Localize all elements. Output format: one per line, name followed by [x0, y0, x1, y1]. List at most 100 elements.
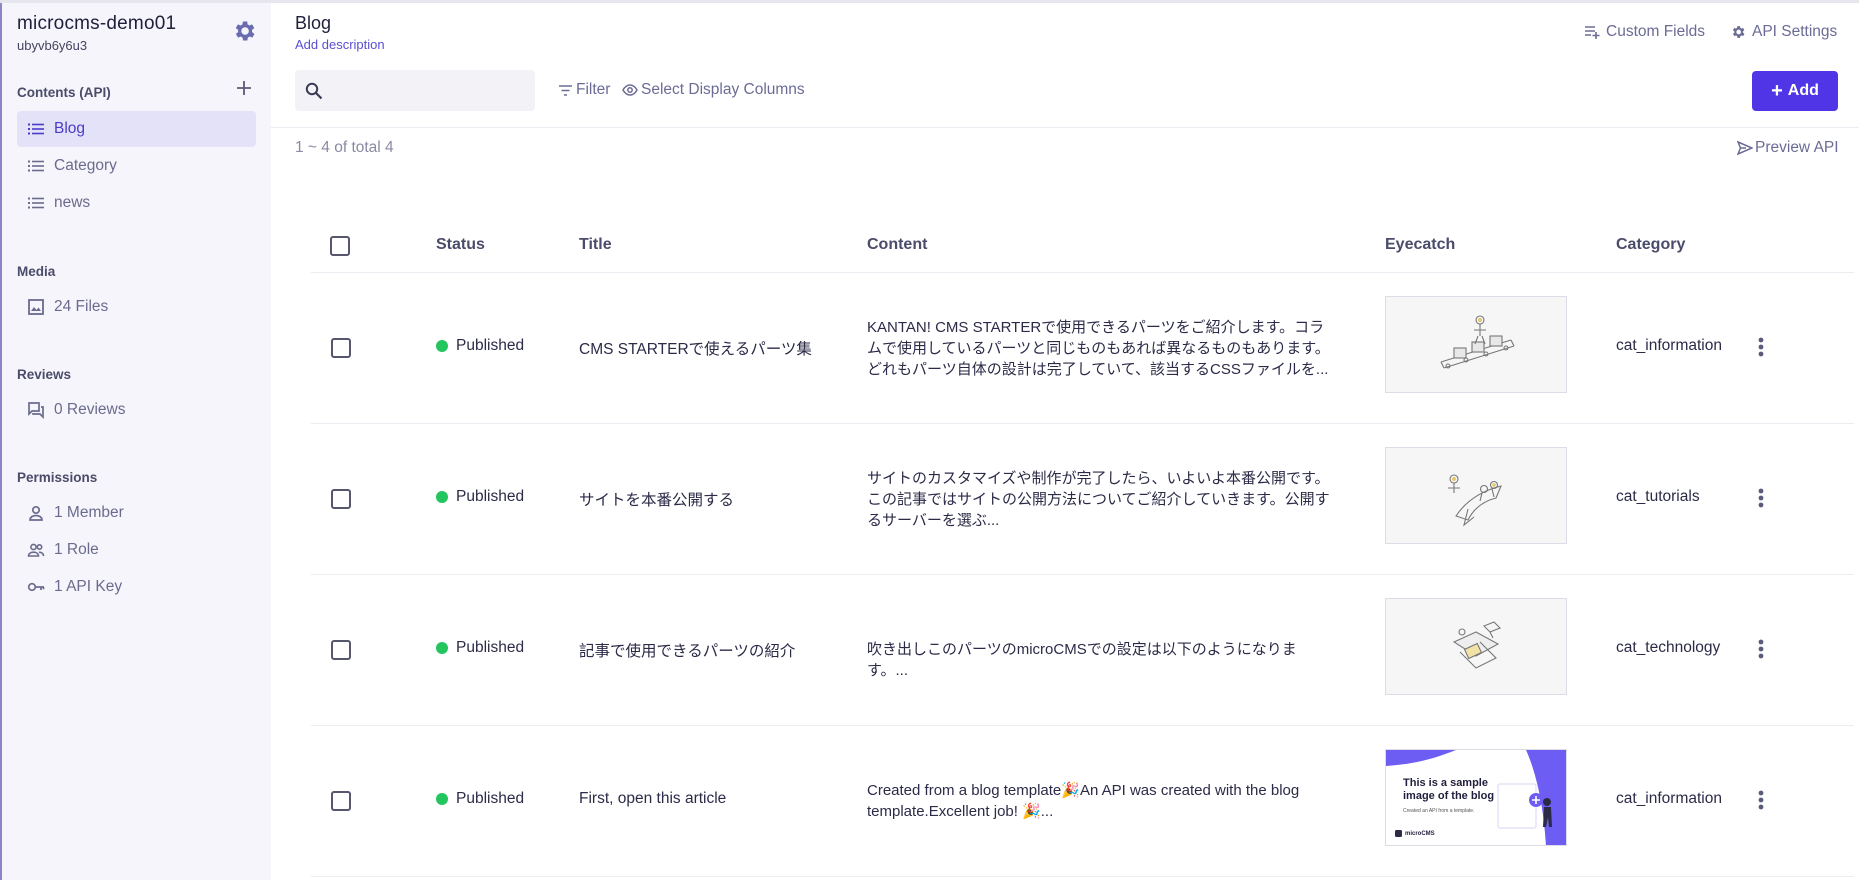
list-icon	[28, 197, 44, 209]
eyecatch-thumbnail	[1385, 598, 1567, 695]
project-id: ubyvb6y6u3	[17, 38, 88, 53]
status-text: Published	[456, 639, 525, 656]
select-display-columns-label: Select Display Columns	[641, 81, 805, 98]
plus-icon: +	[1771, 79, 1783, 102]
eyecatch-thumbnail	[1385, 296, 1567, 393]
section-contents: Contents (API)	[17, 85, 111, 100]
eye-icon	[622, 84, 638, 96]
sample-image-heading: This is a sample image of the blog	[1403, 777, 1495, 802]
status-badge: Published	[436, 488, 524, 506]
search-icon	[305, 82, 323, 99]
row-content: Created from a blog template🎉An API was …	[867, 782, 1300, 820]
add-button[interactable]: + Add	[1752, 71, 1838, 111]
row-title: サイトを本番公開する	[579, 492, 735, 509]
select-display-columns-button[interactable]: Select Display Columns	[622, 81, 805, 99]
reviews-count-label: 0 Reviews	[54, 401, 126, 418]
table-row[interactable]: Published サイトを本番公開する サイトのカスタマイズや制作が完了したら…	[311, 424, 1854, 575]
add-description-link[interactable]: Add description	[295, 37, 385, 52]
preview-api-link[interactable]: Preview API	[1737, 139, 1839, 157]
sidebar-item-label: Blog	[54, 120, 86, 137]
table-header: Status Title Content Eyecatch Category	[311, 228, 1854, 273]
preview-api-label: Preview API	[1755, 139, 1839, 156]
column-header-content[interactable]: Content	[867, 236, 927, 254]
filter-button[interactable]: Filter	[558, 81, 610, 99]
select-all-checkbox[interactable]	[330, 236, 350, 256]
playlist-add-icon	[1585, 26, 1600, 39]
sidebar-item-category[interactable]: Category	[17, 148, 256, 184]
column-header-category[interactable]: Category	[1616, 236, 1685, 254]
api-settings-link[interactable]: API Settings	[1730, 23, 1837, 41]
table-row[interactable]: Published First, open this article Creat…	[311, 726, 1854, 877]
divider	[271, 127, 1859, 128]
search-input[interactable]	[331, 82, 521, 99]
page-title: Blog	[295, 13, 332, 33]
published-dot	[436, 793, 448, 805]
row-title: CMS STARTERで使えるパーツ集	[579, 341, 812, 358]
column-header-eyecatch[interactable]: Eyecatch	[1385, 236, 1455, 254]
project-name: microcms-demo01	[17, 13, 177, 34]
result-count: 1 ~ 4 of total 4	[295, 139, 394, 156]
more-options-icon[interactable]	[1749, 785, 1773, 815]
row-checkbox[interactable]	[331, 489, 351, 509]
section-media: Media	[17, 264, 56, 279]
row-content: KANTAN! CMS STARTERで使用できるパーツをご紹介します。コラムで…	[867, 319, 1330, 378]
row-title: 記事で使用できるパーツの紹介	[579, 643, 796, 660]
api-key-label: 1 API Key	[54, 578, 123, 595]
conveyor-illustration	[1440, 314, 1515, 369]
column-header-title[interactable]: Title	[579, 236, 612, 254]
custom-fields-label: Custom Fields	[1606, 23, 1706, 40]
row-content: サイトのカスタマイズや制作が完了したら、いよいよ本番公開です。この記事ではサイト…	[867, 470, 1330, 529]
devices-illustration	[1452, 620, 1501, 669]
sidebar-item-label: Category	[54, 157, 117, 174]
status-badge: Published	[436, 639, 524, 657]
status-text: Published	[456, 337, 525, 354]
project-info: microcms-demo01 ubyvb6y6u3	[17, 13, 176, 53]
row-category: cat_information	[1616, 337, 1722, 354]
section-reviews: Reviews	[17, 367, 72, 382]
table-row[interactable]: Published 記事で使用できるパーツの紹介 吹き出しこのパーツのmicro…	[311, 575, 1854, 726]
row-category: cat_technology	[1616, 639, 1721, 656]
custom-fields-link[interactable]: Custom Fields	[1584, 23, 1705, 41]
role-label: 1 Role	[54, 541, 99, 558]
list-icon	[28, 160, 44, 172]
app-window: microcms-demo01 ubyvb6y6u3 Contents (API…	[0, 0, 1859, 880]
api-settings-label: API Settings	[1752, 23, 1838, 40]
published-dot	[436, 340, 448, 352]
eyecatch-thumbnail: This is a sample image of the blog Creat…	[1385, 749, 1567, 846]
filter-label: Filter	[576, 81, 611, 98]
sidebar-item-reviews[interactable]: 0 Reviews	[17, 392, 256, 428]
media-files-label: 24 Files	[54, 298, 109, 315]
more-options-icon[interactable]	[1749, 483, 1773, 513]
filter-icon	[559, 84, 572, 96]
main-content: Blog Add description Custom Fields API S…	[271, 3, 1859, 880]
status-badge: Published	[436, 337, 524, 355]
sidebar-item-member[interactable]: 1 Member	[17, 495, 256, 531]
key-icon	[27, 582, 45, 592]
section-permissions: Permissions	[17, 470, 98, 485]
more-options-icon[interactable]	[1749, 332, 1773, 362]
gear-icon[interactable]	[231, 18, 257, 44]
more-options-icon[interactable]	[1749, 634, 1773, 664]
sidebar-item-blog[interactable]: Blog	[17, 111, 256, 147]
published-dot	[436, 491, 448, 503]
row-category: cat_information	[1616, 790, 1722, 807]
row-checkbox[interactable]	[331, 338, 351, 358]
sidebar-item-role[interactable]: 1 Role	[17, 532, 256, 568]
group-icon	[27, 543, 45, 557]
member-label: 1 Member	[54, 504, 124, 521]
add-label: Add	[1787, 82, 1819, 99]
row-category: cat_tutorials	[1616, 488, 1700, 505]
row-title: First, open this article	[579, 790, 727, 807]
sidebar-item-news[interactable]: news	[17, 185, 256, 221]
add-api-icon[interactable]	[234, 78, 254, 98]
row-checkbox[interactable]	[331, 640, 351, 660]
eyecatch-thumbnail	[1385, 447, 1567, 544]
sidebar: microcms-demo01 ubyvb6y6u3 Contents (API…	[0, 3, 271, 880]
column-header-status[interactable]: Status	[436, 236, 485, 254]
sidebar-item-api-key[interactable]: 1 API Key	[17, 569, 256, 605]
sidebar-item-media[interactable]: 24 Files	[17, 289, 256, 325]
row-content: 吹き出しこのパーツのmicroCMSでの設定は以下のようになります。...	[867, 641, 1297, 679]
review-icon	[28, 402, 44, 419]
table-row[interactable]: Published CMS STARTERで使えるパーツ集 KANTAN! CM…	[311, 273, 1854, 424]
row-checkbox[interactable]	[331, 791, 351, 811]
